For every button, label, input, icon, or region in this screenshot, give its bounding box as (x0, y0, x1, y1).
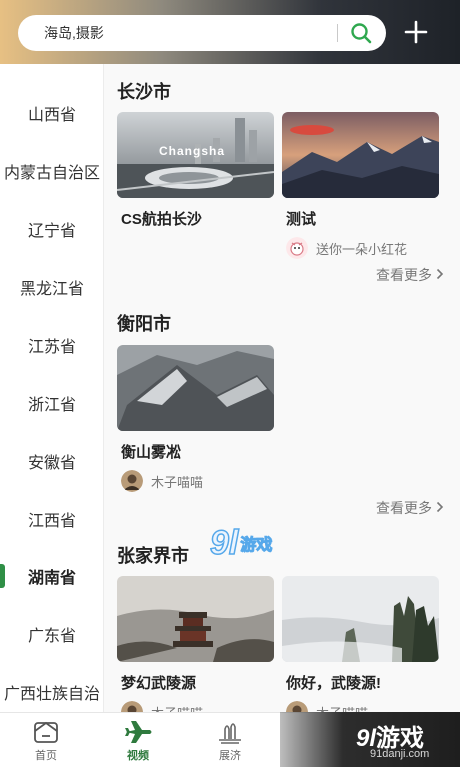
gallery-card[interactable]: 衡山雾凇 木子喵喵 (117, 345, 274, 492)
author-row[interactable]: 木子喵喵 (282, 701, 439, 712)
section-title-hengyang: 衡阳市 (117, 314, 171, 334)
sidebar-item-heilongjiang[interactable]: 黑龙江省 (0, 267, 103, 307)
sidebar-item-zhejiang[interactable]: 浙江省 (0, 383, 103, 423)
card-thumbnail[interactable] (117, 576, 274, 662)
sidebar-item-shanxi[interactable]: 山西省 (0, 93, 103, 133)
thumbnail-overlay-text: Changsha (159, 144, 226, 158)
chevron-right-icon (436, 500, 444, 516)
view-more-link[interactable]: 查看更多 (376, 498, 444, 518)
watermark-text: 游戏 (240, 537, 273, 555)
tab-label: 视频 (127, 750, 149, 762)
author-row[interactable]: 木子喵喵 (117, 701, 274, 712)
author-row[interactable]: 木子喵喵 (117, 470, 274, 492)
author-name: 木子喵喵 (151, 474, 204, 490)
author-name: 木子喵喵 (151, 703, 203, 713)
airplane-icon (123, 719, 153, 745)
watermark-number: 9l (209, 523, 239, 563)
avatar[interactable] (286, 701, 308, 712)
avatar[interactable] (286, 237, 308, 259)
avatar[interactable] (121, 470, 143, 492)
search-bar[interactable]: 海岛,摄影 (18, 15, 386, 51)
province-sidebar[interactable]: ······ 山西省 内蒙古自治区 辽宁省 黑龙江省 江苏省 浙江省 安徽省 江… (0, 64, 104, 712)
sidebar-item-hunan[interactable]: 湖南省 (0, 556, 103, 596)
search-divider (337, 24, 338, 42)
sidebar-item-partial: ······ (0, 64, 103, 82)
tab-home[interactable]: 首页 (0, 713, 92, 767)
tab-label: 展济 (219, 750, 241, 762)
card-title[interactable]: 测试 (282, 208, 439, 229)
tab-exhibition[interactable]: 展济 (184, 713, 276, 767)
card-title[interactable]: 梦幻武陵源 (117, 672, 274, 693)
watermark-corner: 9l游戏 91danji.com (280, 712, 460, 767)
city-gallery: 长沙市 Changsha CS航拍长沙 测试 送你一朵小红花 查看更多 衡阳市 … (104, 64, 460, 712)
tab-label: 首页 (35, 750, 57, 762)
card-title[interactable]: CS航拍长沙 (117, 208, 274, 229)
section-title-zhangjiajie: 张家界市 (117, 546, 189, 566)
chevron-right-icon (436, 267, 444, 283)
search-icon[interactable] (348, 20, 374, 46)
sidebar-item-liaoning[interactable]: 辽宁省 (0, 209, 103, 249)
author-name: 送你一朵小红花 (316, 241, 408, 257)
sidebar-item-jiangsu[interactable]: 江苏省 (0, 325, 103, 365)
card-thumbnail[interactable] (117, 345, 274, 431)
home-icon (33, 719, 59, 745)
card-thumbnail[interactable] (282, 112, 439, 198)
exhibition-icon (216, 719, 244, 745)
top-bar: 海岛,摄影 (0, 0, 460, 64)
sidebar-item-anhui[interactable]: 安徽省 (0, 441, 103, 481)
card-thumbnail[interactable]: Changsha (117, 112, 274, 198)
card-title[interactable]: 衡山雾凇 (117, 441, 274, 462)
author-name: 木子喵喵 (316, 703, 368, 713)
view-more-link[interactable]: 查看更多 (376, 265, 444, 285)
avatar[interactable] (121, 701, 143, 712)
sidebar-item-jiangxi[interactable]: 江西省 (0, 499, 103, 539)
search-input[interactable]: 海岛,摄影 (44, 23, 337, 43)
gallery-card[interactable]: 你好，武陵源! 木子喵喵 (282, 576, 439, 712)
gallery-card[interactable]: Changsha CS航拍长沙 (117, 112, 274, 229)
add-icon[interactable] (400, 16, 432, 48)
sidebar-item-inner-mongolia[interactable]: 内蒙古自治区 (0, 151, 103, 191)
view-more-label: 查看更多 (376, 500, 432, 516)
card-title[interactable]: 你好，武陵源! (282, 672, 439, 693)
sidebar-item-guangxi[interactable]: 广西壮族自治 (0, 672, 103, 712)
watermark-url: 91danji.com (370, 748, 430, 760)
view-more-label: 查看更多 (376, 267, 432, 283)
section-title-changsha: 长沙市 (117, 82, 171, 102)
author-row[interactable]: 送你一朵小红花 (282, 237, 439, 259)
watermark-logo: 9l 游戏 (209, 523, 310, 563)
tab-video[interactable]: 视频 (92, 713, 184, 767)
gallery-card[interactable]: 测试 送你一朵小红花 (282, 112, 439, 259)
card-thumbnail[interactable] (282, 576, 439, 662)
gallery-card[interactable]: 梦幻武陵源 木子喵喵 (117, 576, 274, 712)
sidebar-item-guangdong[interactable]: 广东省 (0, 614, 103, 654)
